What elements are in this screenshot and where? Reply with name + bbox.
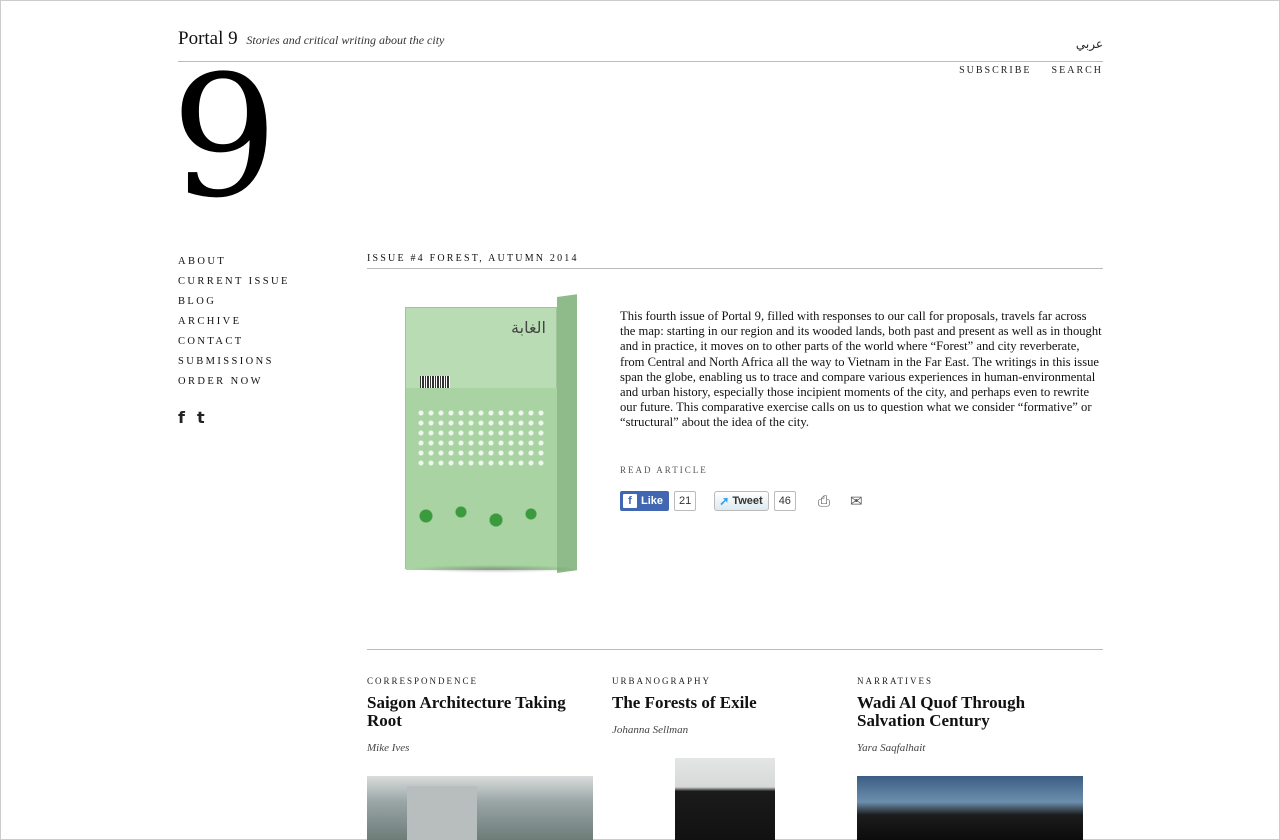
sidebar-item-order-now[interactable]: ORDER NOW <box>178 372 338 392</box>
like-label: Like <box>641 495 664 507</box>
article-category[interactable]: URBANOGRAPHY <box>612 676 842 686</box>
article-author[interactable]: Johanna Sellman <box>612 724 842 736</box>
cover-title: الغابة <box>511 318 546 337</box>
print-icon[interactable]: ⎙ <box>818 492 830 510</box>
sidebar-item-about[interactable]: ABOUT <box>178 252 338 272</box>
article-thumbnail-forests[interactable] <box>675 758 775 840</box>
language-switch-link[interactable]: عربي <box>1069 37 1103 51</box>
article-thumbnail-wadi[interactable] <box>857 776 1083 840</box>
article-card: URBANOGRAPHY The Forests of Exile Johann… <box>612 676 842 736</box>
facebook-icon: f <box>623 494 637 508</box>
issue-heading: ISSUE #4 FOREST, AUTUMN 2014 <box>367 253 579 264</box>
article-author[interactable]: Yara Saqfalhait <box>857 742 1087 754</box>
articles-divider <box>367 649 1103 650</box>
tweet-button[interactable]: ➚ Tweet <box>714 491 769 511</box>
issue-divider <box>367 268 1103 269</box>
cover-leaves <box>412 496 552 536</box>
facebook-like-button[interactable]: f Like <box>620 491 670 511</box>
subscribe-link[interactable]: SUBSCRIBE <box>959 65 1031 76</box>
article-title[interactable]: The Forests of Exile <box>612 694 842 712</box>
facebook-icon[interactable]: f <box>178 408 185 427</box>
book-front-cover: الغابة <box>405 307 558 570</box>
top-nav: SUBSCRIBE SEARCH <box>941 65 1103 76</box>
article-author[interactable]: Mike Ives <box>367 742 597 754</box>
social-links: f t <box>178 408 205 427</box>
like-count: 21 <box>674 491 697 511</box>
article-title[interactable]: Wadi Al Quof Through Salvation Century <box>857 694 1087 730</box>
email-icon[interactable]: ✉ <box>850 492 863 510</box>
article-card: NARRATIVES Wadi Al Quof Through Salvatio… <box>857 676 1087 754</box>
sidebar-item-blog[interactable]: BLOG <box>178 292 338 312</box>
sidebar-item-current-issue[interactable]: CURRENT ISSUE <box>178 272 338 292</box>
tweet-label: Tweet <box>732 495 763 507</box>
twitter-bird-icon: ➚ <box>719 494 730 508</box>
book-shadow <box>409 565 579 573</box>
sidebar-nav: ABOUT CURRENT ISSUE BLOG ARCHIVE CONTACT… <box>178 252 338 392</box>
twitter-icon[interactable]: t <box>197 408 205 427</box>
sidebar-item-contact[interactable]: CONTACT <box>178 332 338 352</box>
article-thumbnail-saigon[interactable] <box>367 776 593 840</box>
article-title[interactable]: Saigon Architecture Taking Root <box>367 694 597 730</box>
book-spine <box>557 294 577 573</box>
header-divider <box>178 61 1103 62</box>
read-article-link[interactable]: READ ARTICLE <box>620 465 708 475</box>
tweet-count: 46 <box>773 491 796 511</box>
issue-cover-image[interactable]: الغابة <box>405 294 579 573</box>
article-category[interactable]: NARRATIVES <box>857 676 1087 686</box>
search-link[interactable]: SEARCH <box>1052 65 1103 76</box>
article-category[interactable]: CORRESPONDENCE <box>367 676 597 686</box>
logo-numeral[interactable]: 9 <box>171 53 278 221</box>
issue-description: This fourth issue of Portal 9, filled wi… <box>620 309 1102 430</box>
sidebar-item-archive[interactable]: ARCHIVE <box>178 312 338 332</box>
barcode <box>420 376 450 388</box>
article-card: CORRESPONDENCE Saigon Architecture Takin… <box>367 676 597 754</box>
sidebar-item-submissions[interactable]: SUBMISSIONS <box>178 352 338 372</box>
share-bar: f Like 21 ➚ Tweet 46 ⎙ ✉ <box>620 490 863 512</box>
cover-pattern <box>416 408 546 468</box>
